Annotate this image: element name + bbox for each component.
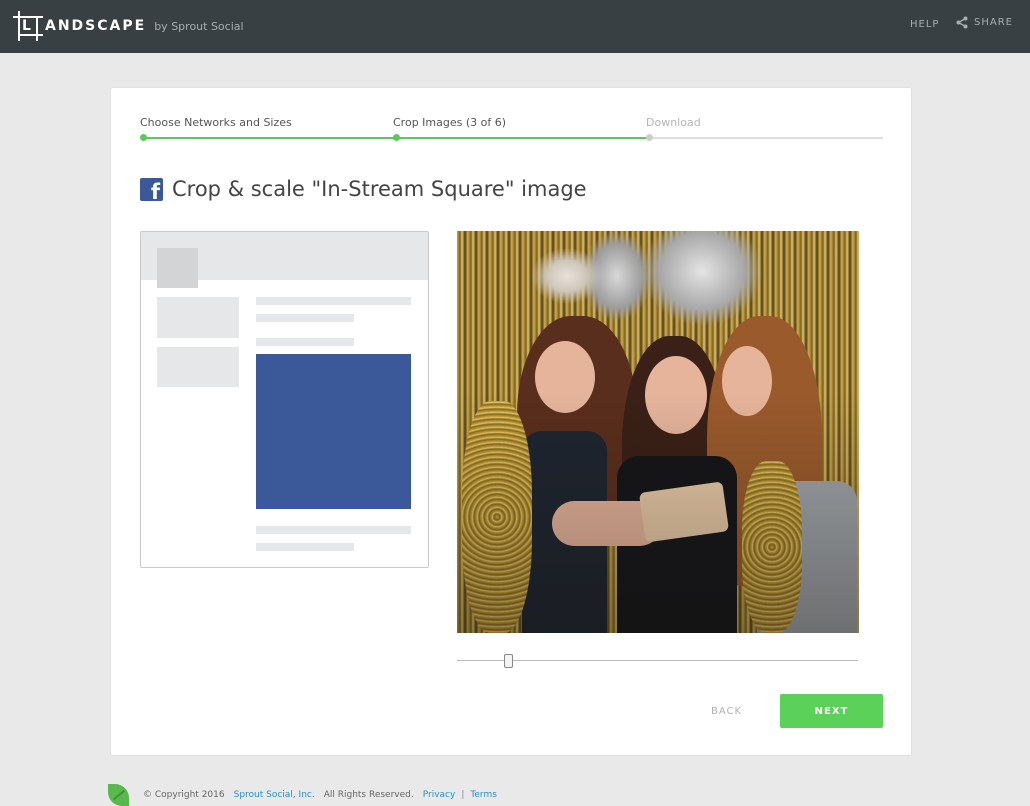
zoom-slider-handle[interactable]: [504, 654, 513, 668]
mock-text-line: [256, 526, 411, 534]
mock-image-placeholder: [256, 354, 411, 509]
rights-text: All Rights Reserved.: [323, 790, 414, 800]
zoom-slider-track: [457, 660, 858, 661]
page-title-text: Crop & scale "In-Stream Square" image: [172, 177, 587, 201]
footer: © Copyright 2016 Sprout Social, Inc. All…: [108, 784, 497, 806]
step-choose-networks[interactable]: Choose Networks and Sizes: [140, 116, 292, 129]
mock-text-line: [256, 314, 354, 322]
step-dot-2: [393, 134, 400, 141]
post-preview-mockup: [140, 231, 429, 568]
privacy-link[interactable]: Privacy: [423, 790, 456, 800]
step-dot-3: [646, 134, 653, 141]
logo-byline: by Sprout Social: [154, 19, 244, 33]
facebook-icon: f: [140, 177, 163, 201]
mock-text-line: [256, 297, 411, 305]
sprout-leaf-icon: [108, 784, 129, 806]
zoom-slider[interactable]: [457, 654, 858, 668]
help-link[interactable]: HELP: [910, 19, 939, 30]
page-title: f Crop & scale "In-Stream Square" image: [140, 177, 587, 201]
share-button[interactable]: SHARE: [956, 16, 1013, 29]
crop-card: Choose Networks and Sizes Crop Images (3…: [110, 87, 912, 756]
company-link[interactable]: Sprout Social, Inc.: [234, 790, 315, 800]
step-download: Download: [646, 116, 701, 129]
share-label: SHARE: [974, 17, 1013, 28]
mock-text-line: [256, 543, 354, 551]
top-bar: L ANDSCAPE by Sprout Social HELP SHARE: [0, 0, 1030, 53]
mock-text-line: [256, 338, 354, 346]
logo-text: ANDSCAPE: [45, 18, 147, 34]
step-crop-images: Crop Images (3 of 6): [393, 116, 507, 129]
mock-sidebar-block: [157, 347, 239, 387]
step-dot-1: [140, 134, 147, 141]
mock-sidebar-block: [157, 297, 239, 338]
logo-letter: L: [22, 18, 31, 34]
landscape-logo[interactable]: L ANDSCAPE by Sprout Social: [13, 10, 244, 42]
terms-link[interactable]: Terms: [470, 790, 497, 800]
copyright-text: © Copyright 2016: [143, 790, 225, 800]
progress-steps: Choose Networks and Sizes Crop Images (3…: [140, 116, 883, 146]
crop-image-canvas[interactable]: [457, 231, 859, 633]
crop-mark-icon: L: [13, 11, 43, 41]
back-button[interactable]: BACK: [711, 706, 742, 717]
mock-avatar: [157, 248, 198, 288]
footer-separator: |: [461, 790, 465, 800]
share-icon: [956, 16, 968, 29]
next-button[interactable]: NEXT: [780, 694, 883, 728]
